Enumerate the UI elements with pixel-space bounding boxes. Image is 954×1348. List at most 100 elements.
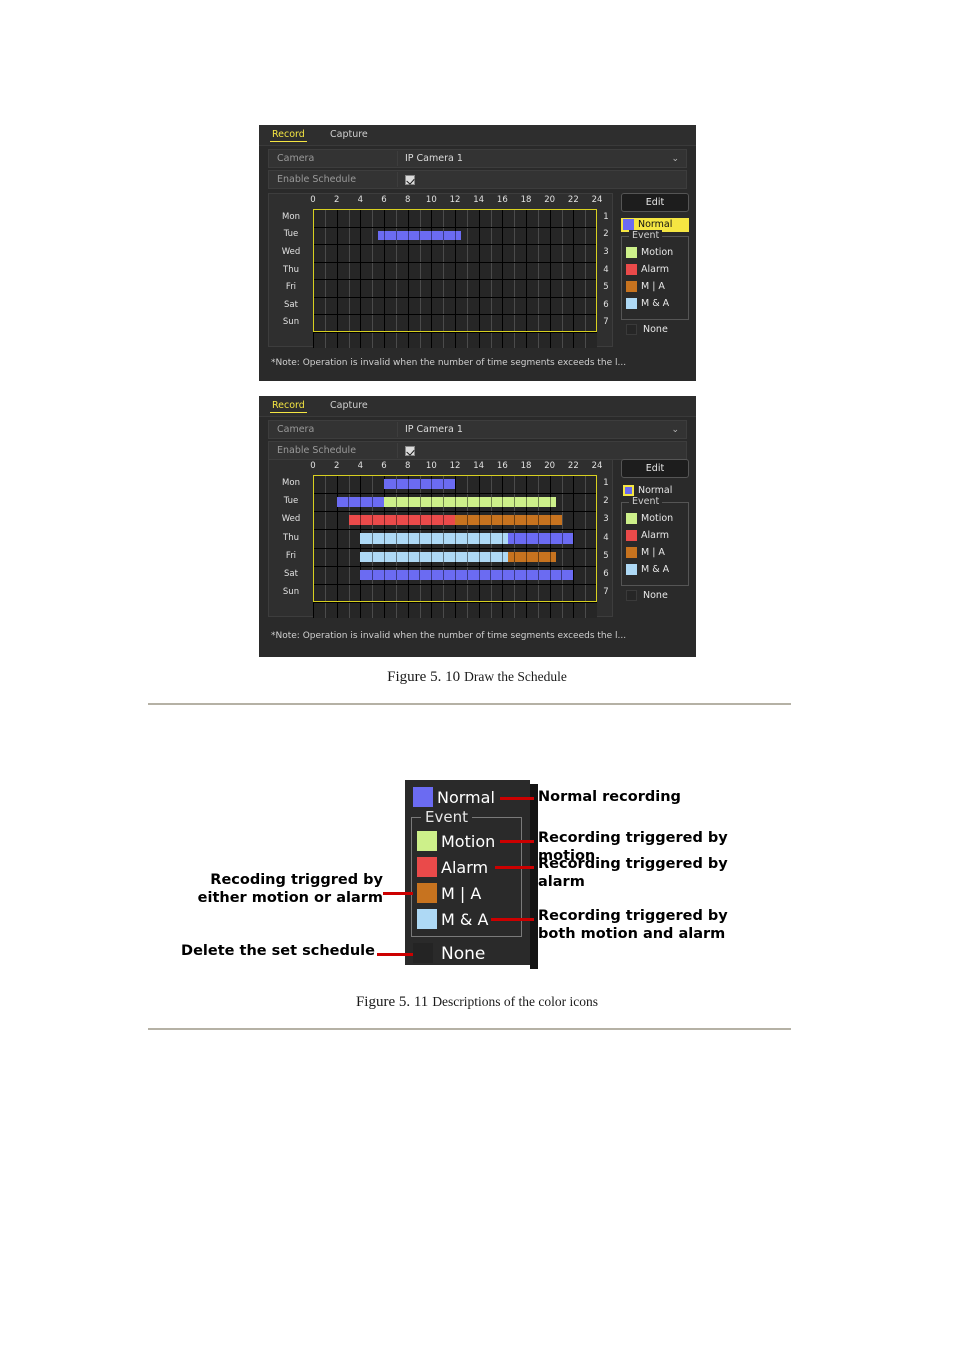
- day-label-sun: Sun: [282, 586, 300, 597]
- schedule-segment-normal[interactable]: [508, 533, 574, 544]
- segment-tick: [443, 230, 445, 241]
- figure-11-caption: Figure 5. 11 Descriptions of the color i…: [0, 993, 954, 1011]
- schedule-segment-motion[interactable]: [384, 497, 556, 508]
- segment-tick: [514, 551, 516, 562]
- gridline-h-6: [313, 314, 597, 315]
- day-label-tue: Tue: [283, 229, 299, 240]
- tab-record[interactable]: Record: [270, 399, 307, 413]
- segment-tick: [419, 479, 421, 490]
- hour-tick-8: 8: [404, 461, 411, 471]
- schedule-segment-normal[interactable]: [378, 230, 461, 241]
- schedule-grid[interactable]: 0 2 4 6 8 10 12 14 16 18 20 22 24 Mon Tue Wed Thu Fri Sat S…: [268, 459, 613, 618]
- edit-button[interactable]: Edit: [621, 193, 689, 212]
- camera-row[interactable]: Camera IP Camera 1 ⌄: [268, 149, 687, 168]
- segment-tick: [384, 515, 385, 526]
- tab-capture[interactable]: Capture: [328, 128, 370, 141]
- day-label-mon: Mon: [282, 478, 300, 489]
- schedule-segment-m_and_a[interactable]: [360, 551, 509, 562]
- segment-tick: [431, 551, 433, 562]
- segment-tick: [549, 569, 551, 580]
- camera-label: Camera: [277, 424, 315, 435]
- legend-swatch-normal[interactable]: [623, 485, 634, 496]
- hour-tick-10: 10: [425, 195, 437, 205]
- segment-tick: [537, 497, 539, 508]
- legend-swatch-m_or_a[interactable]: [417, 883, 437, 903]
- segment-tick: [525, 569, 527, 580]
- day-label-sat: Sat: [284, 568, 298, 579]
- day-label-thu: Thu: [283, 532, 299, 543]
- gridline-h-6: [313, 584, 597, 585]
- segment-tick: [466, 533, 468, 544]
- segment-tick: [478, 497, 480, 508]
- tab-record[interactable]: Record: [270, 128, 307, 142]
- day-label-wed: Wed: [281, 246, 301, 257]
- day-label-sat: Sat: [284, 299, 298, 310]
- segment-tick: [514, 497, 516, 508]
- hour-tick-18: 18: [520, 461, 532, 471]
- segment-tick: [514, 515, 516, 526]
- segment-tick: [395, 533, 397, 544]
- segment-tick: [372, 569, 374, 580]
- schedule-segment-normal[interactable]: [360, 569, 574, 580]
- legend-swatch-m_or_a[interactable]: [626, 547, 637, 558]
- legend-swatch-m_and_a[interactable]: [626, 298, 637, 309]
- legend-swatch-m_or_a[interactable]: [626, 281, 637, 292]
- segment-tick: [431, 515, 433, 526]
- segment-tick: [419, 551, 421, 562]
- gridline-h-2: [313, 511, 597, 512]
- schedule-segment-m_or_a[interactable]: [455, 515, 562, 526]
- legend-swatch-motion[interactable]: [626, 247, 637, 258]
- legend-swatch-motion[interactable]: [626, 513, 637, 524]
- enable-schedule-checkbox[interactable]: [405, 175, 415, 185]
- segment-tick: [549, 533, 551, 544]
- enable-schedule-checkbox[interactable]: [405, 446, 415, 456]
- legend-swatch-alarm[interactable]: [417, 857, 437, 877]
- schedule-plot[interactable]: [313, 209, 597, 348]
- tab-capture[interactable]: Capture: [328, 399, 370, 412]
- day-label-fri: Fri: [285, 282, 297, 293]
- legend-swatch-alarm[interactable]: [626, 530, 637, 541]
- tab-bar: Record Capture: [259, 125, 696, 146]
- nvr-record-schedule-panel-1: Record Capture Camera IP Camera 1 ⌄ Enable Sc…: [259, 125, 696, 381]
- segment-tick: [419, 497, 421, 508]
- legend-swatch-normal[interactable]: [623, 219, 634, 230]
- enable-schedule-row[interactable]: Enable Schedule: [268, 170, 687, 189]
- gridline-h-3: [313, 262, 597, 263]
- schedule-segment-normal[interactable]: [336, 497, 384, 508]
- segment-tick: [395, 551, 397, 562]
- schedule-segment-normal[interactable]: [384, 479, 455, 490]
- segment-tick: [407, 569, 409, 580]
- day-number-7: 7: [603, 317, 609, 328]
- divider-top: [148, 703, 791, 705]
- day-number-5: 5: [603, 282, 609, 293]
- hour-tick-22: 22: [567, 461, 579, 471]
- segment-tick: [372, 497, 374, 508]
- schedule-plot[interactable]: [313, 475, 597, 618]
- segment-tick: [431, 569, 433, 580]
- enable-schedule-row[interactable]: Enable Schedule: [268, 441, 687, 460]
- schedule-segment-m_and_a[interactable]: [360, 533, 509, 544]
- schedule-segment-m_or_a[interactable]: [508, 551, 556, 562]
- legend-swatch-normal[interactable]: [413, 787, 433, 807]
- legend-swatch-motion[interactable]: [417, 831, 437, 851]
- legend-swatch-m_and_a[interactable]: [626, 564, 637, 575]
- legend-swatch-none[interactable]: [626, 590, 637, 601]
- legend-swatch-none[interactable]: [626, 324, 637, 335]
- chevron-down-icon[interactable]: ⌄: [671, 154, 679, 164]
- legend-label-none: None: [643, 590, 668, 601]
- schedule-grid[interactable]: 0 2 4 6 8 10 12 14 16 18 20 22 24 Mon Tue Wed Thu Fri Sat S…: [268, 193, 613, 348]
- hour-tick-6: 6: [381, 195, 387, 205]
- legend-swatch-alarm[interactable]: [626, 264, 637, 275]
- legend-swatch-m_and_a[interactable]: [417, 909, 437, 929]
- hour-axis: 0 2 4 6 8 10 12 14 16 18 20 22 24: [269, 194, 612, 208]
- schedule-segment-alarm[interactable]: [348, 515, 455, 526]
- hour-tick-12: 12: [449, 195, 461, 205]
- segment-tick: [372, 533, 374, 544]
- edit-button[interactable]: Edit: [621, 459, 689, 478]
- chevron-down-icon[interactable]: ⌄: [671, 425, 679, 435]
- legend-swatch-none[interactable]: [413, 943, 433, 963]
- day-number-4: 4: [603, 264, 609, 275]
- hour-tick-0: 0: [310, 195, 316, 205]
- segment-tick: [407, 497, 409, 508]
- camera-row[interactable]: Camera IP Camera 1 ⌄: [268, 420, 687, 439]
